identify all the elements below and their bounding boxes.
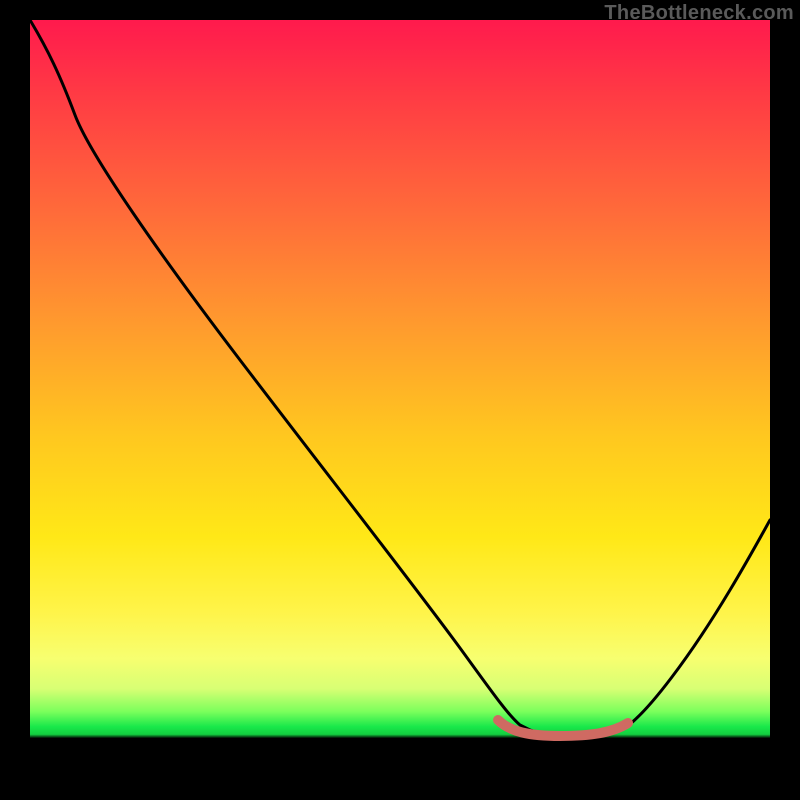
bottleneck-curve <box>30 20 770 735</box>
trough-dot <box>566 732 574 740</box>
chart-frame: TheBottleneck.com <box>0 0 800 800</box>
brand-watermark: TheBottleneck.com <box>604 2 794 25</box>
curve-svg <box>30 20 770 780</box>
trough-dot <box>496 718 504 726</box>
plot-area <box>30 20 770 780</box>
trough-dot <box>622 720 630 728</box>
